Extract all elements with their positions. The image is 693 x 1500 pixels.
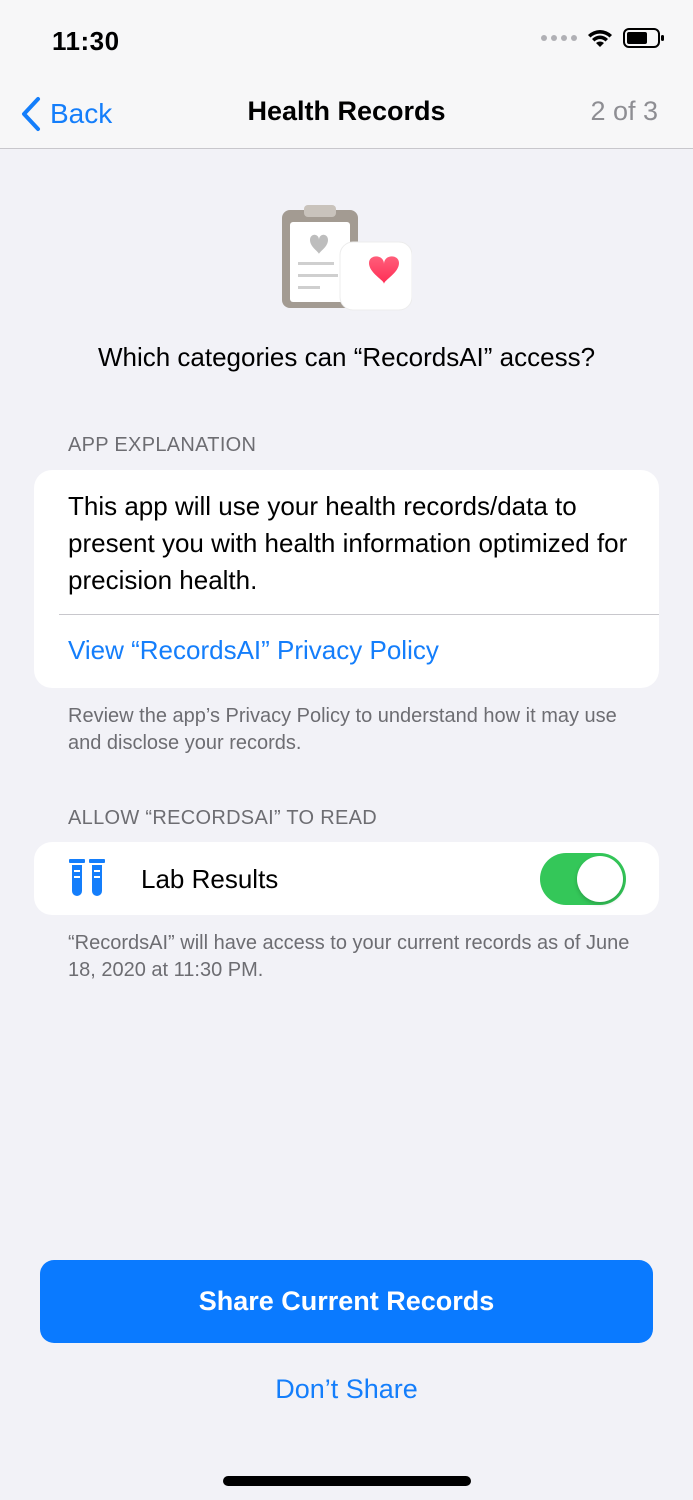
home-indicator[interactable] [223, 1476, 471, 1486]
app-explanation-text: This app will use your health records/da… [68, 491, 628, 595]
app-explanation-header: APP EXPLANATION [68, 434, 257, 456]
dont-share-button[interactable]: Don’t Share [0, 1374, 693, 1405]
app-explanation-card: This app will use your health records/da… [34, 470, 659, 688]
lab-results-toggle[interactable] [540, 853, 626, 905]
status-bar: 11:30 [0, 0, 693, 80]
status-time: 11:30 [52, 26, 120, 56]
lab-results-label: Lab Results [141, 864, 279, 894]
access-date-footer-text: “RecordsAI” will have access to your cur… [68, 932, 630, 981]
navigation-bar: Back Health Records 2 of 3 [0, 80, 693, 149]
screen: 11:30 Back Health Records 2 of 3 Which c… [0, 0, 693, 1500]
battery-icon [623, 28, 664, 48]
step-indicator: 2 of 3 [590, 96, 658, 126]
card-divider [59, 614, 659, 615]
privacy-footer-text: Review the app’s Privacy Policy to under… [68, 705, 617, 754]
toggle-knob [577, 856, 623, 902]
allow-read-header: ALLOW “RECORDSAI” TO READ [68, 807, 378, 829]
cellular-signal-icon [541, 35, 577, 41]
wifi-icon [588, 30, 612, 47]
privacy-policy-link[interactable]: View “RecordsAI” Privacy Policy [68, 635, 439, 666]
page-title: Health Records [247, 96, 446, 126]
health-records-icon [282, 205, 412, 311]
access-question: Which categories can “RecordsAI” access? [97, 342, 596, 372]
status-indicators [541, 28, 665, 48]
share-current-records-button[interactable]: Share Current Records [40, 1260, 653, 1343]
lab-results-row: Lab Results [34, 842, 659, 915]
test-tubes-icon [69, 859, 105, 896]
